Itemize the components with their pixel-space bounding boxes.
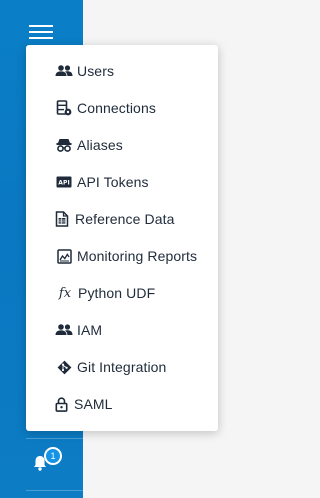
menu-item-label: Aliases [77,137,123,153]
menu-item-git-integration[interactable]: Git Integration [26,349,218,385]
menu-item-label: SAML [74,396,113,412]
iam-icon [55,322,73,338]
sidebar-divider [26,438,83,439]
sidebar-divider [26,490,83,491]
menu-item-reference-data[interactable]: Reference Data [26,201,218,237]
menu-item-label: API Tokens [77,174,149,190]
menu-item-label: IAM [77,322,103,338]
reference-data-icon [53,211,71,227]
menu-item-iam[interactable]: IAM [26,312,218,348]
git-icon [55,359,73,375]
fx-icon: 𝑓x [58,285,72,301]
hamburger-line [29,25,53,27]
menu-item-label: Users [77,63,115,79]
menu-item-label: Git Integration [77,359,167,375]
menu-item-api-tokens[interactable]: API API Tokens [26,164,218,200]
menu-item-connections[interactable]: Connections [26,90,218,126]
connections-icon [55,100,73,116]
lock-icon [52,396,70,412]
api-icon: API [55,174,73,190]
notification-badge: 1 [44,447,62,465]
hamburger-menu-button[interactable] [23,17,59,47]
menu-item-users[interactable]: Users [26,53,218,89]
hamburger-line [29,31,53,33]
monitoring-reports-icon [55,248,73,264]
users-icon [55,63,73,79]
menu-item-label: Connections [77,100,156,116]
menu-item-python-udf[interactable]: 𝑓x Python UDF [26,275,218,311]
menu-item-saml[interactable]: SAML [26,386,218,422]
menu-item-label: Python UDF [78,285,156,301]
svg-text:API: API [58,180,70,187]
settings-dropdown-menu: Users Connections Aliases API API Tokens… [26,45,218,431]
menu-item-label: Monitoring Reports [77,248,198,264]
aliases-icon [55,137,73,153]
menu-item-aliases[interactable]: Aliases [26,127,218,163]
menu-item-monitoring-reports[interactable]: Monitoring Reports [26,238,218,274]
hamburger-line [29,37,53,39]
menu-item-label: Reference Data [75,211,175,227]
